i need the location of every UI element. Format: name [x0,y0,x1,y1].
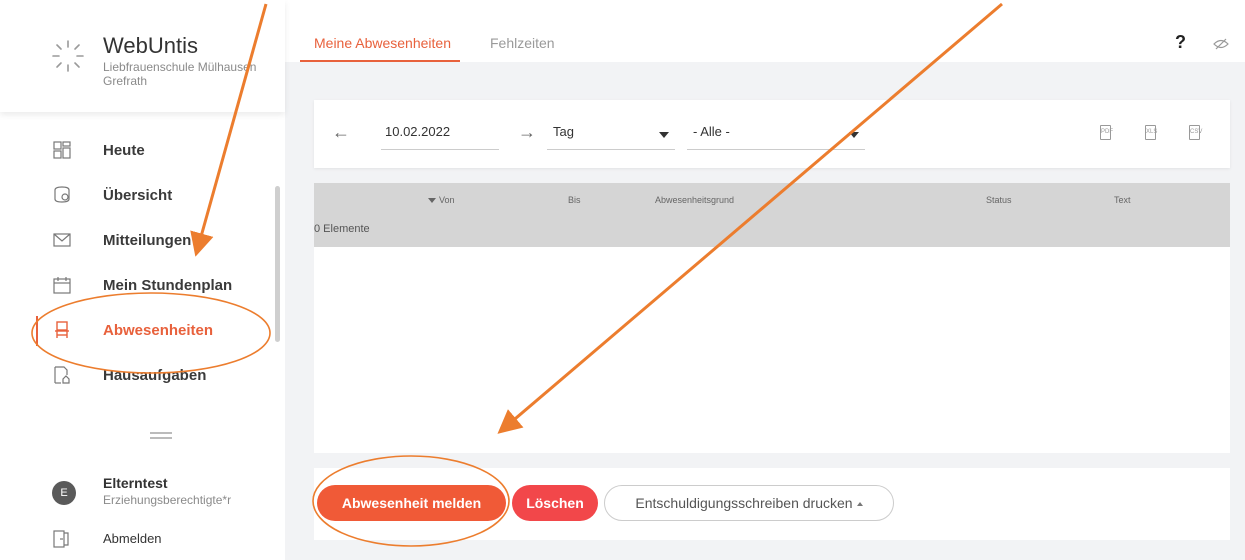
chevron-down-icon [659,132,669,138]
sidebar-item-label: Hausaufgaben [103,367,207,384]
sidebar-scrollbar[interactable] [275,186,280,342]
mail-icon [53,233,71,247]
period-select[interactable]: Tag [547,118,675,150]
sidebar-item-stundenplan[interactable]: Mein Stundenplan [0,263,285,308]
sidebar-header: WebUntis Liebfrauenschule Mülhausen Gref… [0,0,285,112]
item-count: 0 Elemente [314,223,370,235]
column-header-label: Von [439,195,455,205]
top-header: Meine Abwesenheiten Fehlzeiten ? [285,0,1245,62]
homework-icon [54,366,70,384]
sidebar-item-label: Mein Stundenplan [103,277,233,294]
sidebar-item-heute[interactable]: Heute [0,128,285,173]
tab-meine-abwesenheiten[interactable]: Meine Abwesenheiten [314,35,451,51]
filter-toolbar: ← 10.02.2022 → Tag - Alle - PDF XLS CSV [314,100,1230,168]
school-name: Liebfrauenschule Mülhausen Grefrath [103,60,273,88]
previous-date-arrow-icon[interactable]: ← [332,122,350,143]
sort-descending-icon [428,198,436,204]
action-bar: Abwesenheit melden Löschen Entschuldigun… [314,468,1230,540]
sidebar-item-label: Heute [103,142,145,159]
app-brand: WebUntis [103,33,198,58]
chair-icon [55,321,69,338]
active-tab-indicator [300,60,460,62]
sidebar-nav: Heute Übersicht Mitteilungen Mein Stunde… [0,128,285,398]
sidebar-item-mitteilungen[interactable]: Mitteilungen [0,218,285,263]
sidebar-resize-handle[interactable] [150,432,172,440]
filter-select-value: - Alle - [693,124,730,139]
period-select-value: Tag [553,124,574,139]
absences-table: Von Bis Abwesenheitsgrund Status Text 0 … [314,183,1230,453]
print-excuse-label: Entschuldigungsschreiben drucken [635,495,853,511]
filter-select[interactable]: - Alle - [687,118,865,150]
dashboard-icon [53,141,71,159]
print-excuse-button[interactable]: Entschuldigungsschreiben drucken [604,485,894,521]
chevron-up-icon [856,502,863,507]
delete-button[interactable]: Löschen [512,485,598,521]
csv-export-icon[interactable]: CSV [1189,125,1202,140]
next-date-arrow-icon[interactable]: → [518,122,536,143]
help-icon[interactable]: ? [1175,32,1186,53]
column-header-text[interactable]: Text [1114,195,1131,205]
sidebar-item-uebersicht[interactable]: Übersicht [0,173,285,218]
sidebar-item-label: Mitteilungen [103,232,192,249]
column-header-status[interactable]: Status [986,195,1012,205]
column-header-von[interactable]: Von [428,195,455,205]
sidebar-item-label: Abwesenheiten [103,322,214,339]
logout-label: Abmelden [103,531,162,546]
overview-icon [54,186,70,203]
tab-fehlzeiten[interactable]: Fehlzeiten [490,35,555,51]
column-header-abwesenheitsgrund[interactable]: Abwesenheitsgrund [655,195,734,205]
excel-export-icon[interactable]: XLS [1145,125,1157,140]
sidebar-item-hausaufgaben[interactable]: Hausaufgaben [0,353,285,398]
chevron-down-icon [849,132,859,138]
calendar-icon [53,277,71,294]
sidebar: WebUntis Liebfrauenschule Mülhausen Gref… [0,0,285,560]
sidebar-item-label: Übersicht [103,187,173,204]
eye-hidden-icon[interactable] [1213,38,1229,50]
table-header: Von Bis Abwesenheitsgrund Status Text 0 … [314,183,1230,247]
webuntis-logo-icon [52,40,84,72]
pdf-export-icon[interactable]: PDF [1100,125,1113,140]
sidebar-item-abwesenheiten[interactable]: Abwesenheiten [0,308,285,353]
logout-button[interactable]: Abmelden [0,526,285,556]
school-name-line1: Liebfrauenschule Mülhausen [103,60,257,74]
school-name-line2: Grefrath [103,74,148,88]
user-profile[interactable]: E Elterntest Erziehungsberechtigte*r [0,472,285,517]
report-absence-button[interactable]: Abwesenheit melden [317,485,506,521]
user-role: Erziehungsberechtigte*r [103,493,232,507]
date-field[interactable]: 10.02.2022 [381,118,499,150]
avatar: E [52,481,76,505]
user-name: Elterntest [103,475,168,491]
column-header-bis[interactable]: Bis [568,195,581,205]
logout-icon [53,530,69,548]
